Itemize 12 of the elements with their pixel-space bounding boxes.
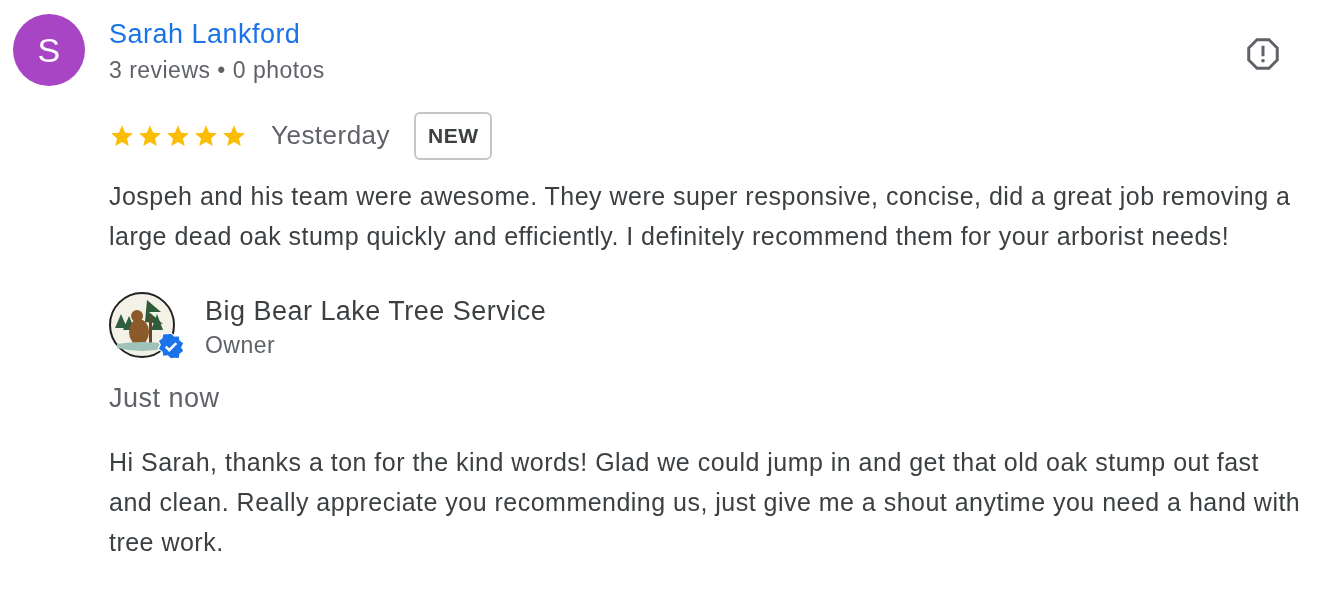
review-text: Jospeh and his team were awesome. They were super responsive, concise, did a great job removing a large dead oak stump quickly and efficiently. I definitely recommend them for your arborist needs! [109, 180, 1292, 252]
avatar[interactable]: S [13, 14, 85, 86]
business-name: Big Bear Lake Tree Service [205, 294, 547, 328]
bear-logo-icon [109, 291, 175, 358]
owner-label: Owner [205, 330, 277, 360]
review-stats: 3 reviews • 0 photos [109, 56, 325, 85]
report-icon[interactable] [1245, 36, 1281, 72]
reply-text: Hi Sarah, thanks a ton for the kind words! Glad we could jump in and get that old oak stump out fast and clean. Really appreciate you recommending us, just give me a shout anytime you need a hand with tree work. [109, 446, 1302, 558]
reply-date: Just now [109, 381, 221, 414]
new-badge: NEW [414, 112, 493, 160]
author-name-link[interactable]: Sarah Lankford [109, 14, 325, 54]
review-date: Yesterday [271, 119, 390, 153]
